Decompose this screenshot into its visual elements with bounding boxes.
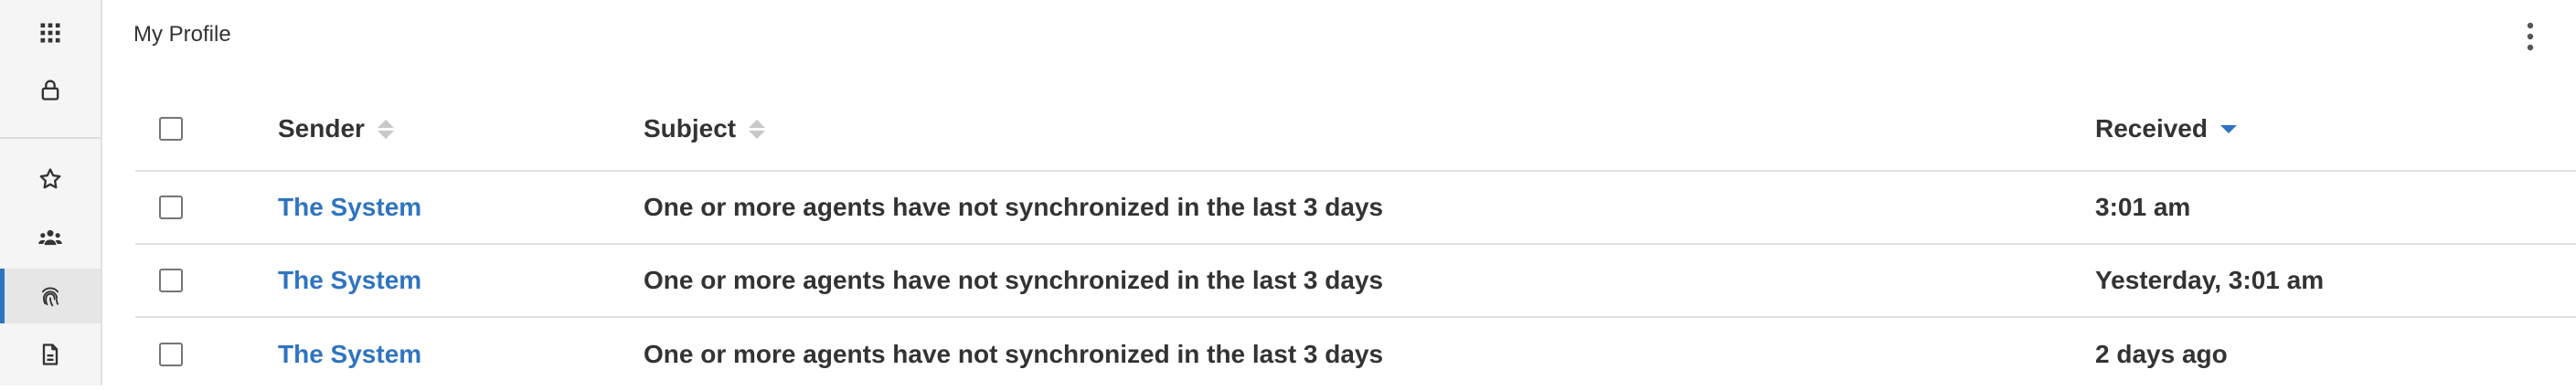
column-header-received[interactable]: Received [2095,88,2237,170]
document-icon [42,343,59,365]
received-time: 3:01 am [2095,193,2191,221]
sidebar [0,0,102,386]
sidebar-item-reports[interactable] [0,327,101,382]
sender-link[interactable]: The System [278,340,421,369]
star-icon [39,168,61,189]
column-header-label: Sender [278,114,365,143]
column-header-label: Subject [644,114,737,143]
subject-cell: One or more agents have not synchronized… [644,172,1383,243]
column-header-subject[interactable]: Subject [644,88,766,170]
apps-grid-icon [40,23,60,43]
received-time: Yesterday, 3:01 am [2095,266,2325,294]
received-cell: 3:01 am [2095,172,2190,243]
fingerprint-icon [41,287,59,307]
sort-descending-icon[interactable] [2219,124,2237,133]
row-select-cell [159,318,186,391]
sidebar-item-security[interactable] [0,62,101,117]
sidebar-divider [0,137,101,139]
sort-icon[interactable] [749,119,766,139]
sender-link[interactable]: The System [278,266,421,295]
table-row[interactable]: The System One or more agents have not s… [135,172,2576,245]
sidebar-item-groups[interactable] [0,210,101,265]
sidebar-item-favorites[interactable] [0,152,101,206]
table-row[interactable]: The System One or more agents have not s… [135,318,2576,391]
column-header-sender[interactable]: Sender [278,88,394,170]
row-select-cell [159,245,186,316]
lock-icon [41,79,59,100]
sender-link[interactable]: The System [278,193,421,222]
more-vertical-icon [2527,22,2534,51]
select-all-checkbox[interactable] [159,117,183,141]
more-options-button[interactable] [2512,18,2549,55]
message-subject[interactable]: One or more agents have not synchronized… [644,340,1383,369]
table-row[interactable]: The System One or more agents have not s… [135,245,2576,318]
row-checkbox[interactable] [159,196,183,219]
received-time: 2 days ago [2095,340,2228,368]
column-header-label: Received [2095,114,2208,143]
sort-icon[interactable] [377,119,394,139]
sender-cell: The System [278,318,421,391]
row-select-cell [159,172,186,243]
page-header: My Profile [102,0,2576,73]
message-subject[interactable]: One or more agents have not synchronized… [644,266,1383,295]
page-title: My Profile [133,22,231,47]
subject-cell: One or more agents have not synchronized… [644,318,1383,391]
row-checkbox[interactable] [159,269,183,292]
sender-cell: The System [278,172,421,243]
messages-table: Sender Subject Received The System One o… [135,88,2576,391]
message-subject[interactable]: One or more agents have not synchronized… [644,193,1383,222]
subject-cell: One or more agents have not synchronized… [644,245,1383,316]
table-header-row: Sender Subject Received [135,88,2576,172]
row-checkbox[interactable] [159,343,183,366]
sender-cell: The System [278,245,421,316]
sidebar-item-apps[interactable] [0,5,101,60]
users-icon [38,229,62,246]
select-all-cell [159,88,186,170]
sidebar-item-identity[interactable] [0,269,101,323]
received-cell: Yesterday, 3:01 am [2095,245,2324,316]
received-cell: 2 days ago [2095,318,2228,391]
